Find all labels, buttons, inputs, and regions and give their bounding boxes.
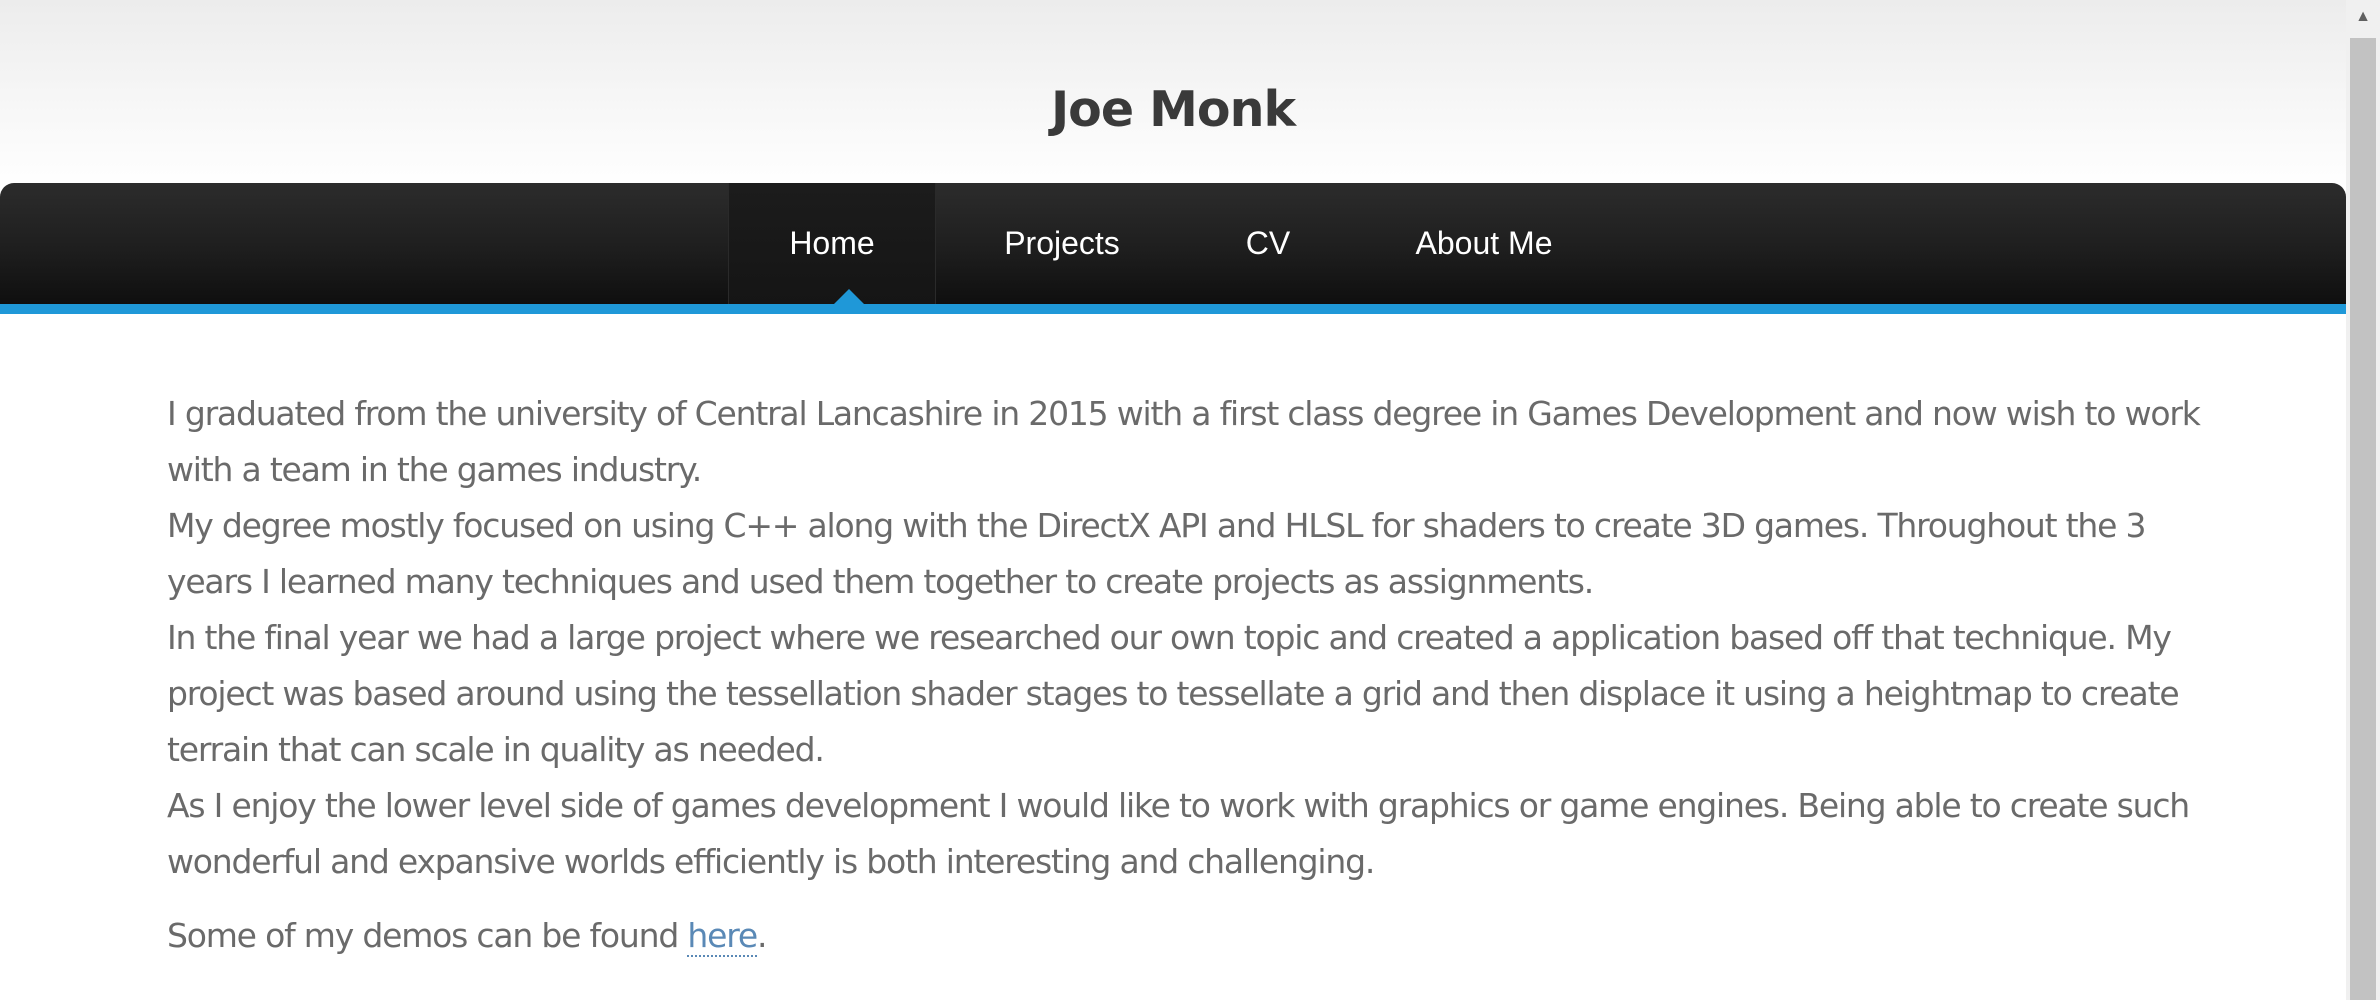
scrollbar-thumb[interactable] (2350, 38, 2376, 1000)
site-title[interactable]: Joe Monk (0, 72, 2346, 148)
arrow-up-icon[interactable]: ▲ (2346, 0, 2380, 34)
degree-paragraph: My degree mostly focused on using C++ al… (167, 506, 2147, 601)
nav-item-projects[interactable]: Projects (960, 183, 1164, 304)
demos-text: Some of my demos can be found (167, 916, 688, 955)
main-content: I graduated from the university of Centr… (167, 386, 2202, 964)
main-navigation: Home Projects CV About Me (0, 183, 2346, 304)
site-header: Joe Monk (0, 0, 2346, 190)
demos-link[interactable]: here (687, 916, 758, 957)
vertical-scrollbar[interactable]: ▲ (2346, 0, 2380, 1000)
demos-suffix: . (756, 916, 768, 955)
nav-item-cv[interactable]: CV (1190, 183, 1346, 304)
interests-paragraph: As I enjoy the lower level side of games… (167, 786, 2190, 881)
nav-accent-bar (0, 304, 2346, 314)
intro-paragraph: I graduated from the university of Centr… (167, 394, 2201, 489)
active-nav-pointer (834, 289, 864, 304)
nav-item-about-me[interactable]: About Me (1390, 183, 1578, 304)
final-year-paragraph: In the final year we had a large project… (167, 618, 2180, 769)
page: Joe Monk Home Projects CV About Me I gra… (0, 0, 2346, 1000)
nav-item-home[interactable]: Home (728, 183, 936, 304)
demos-paragraph: Some of my demos can be found here. (167, 908, 2202, 964)
